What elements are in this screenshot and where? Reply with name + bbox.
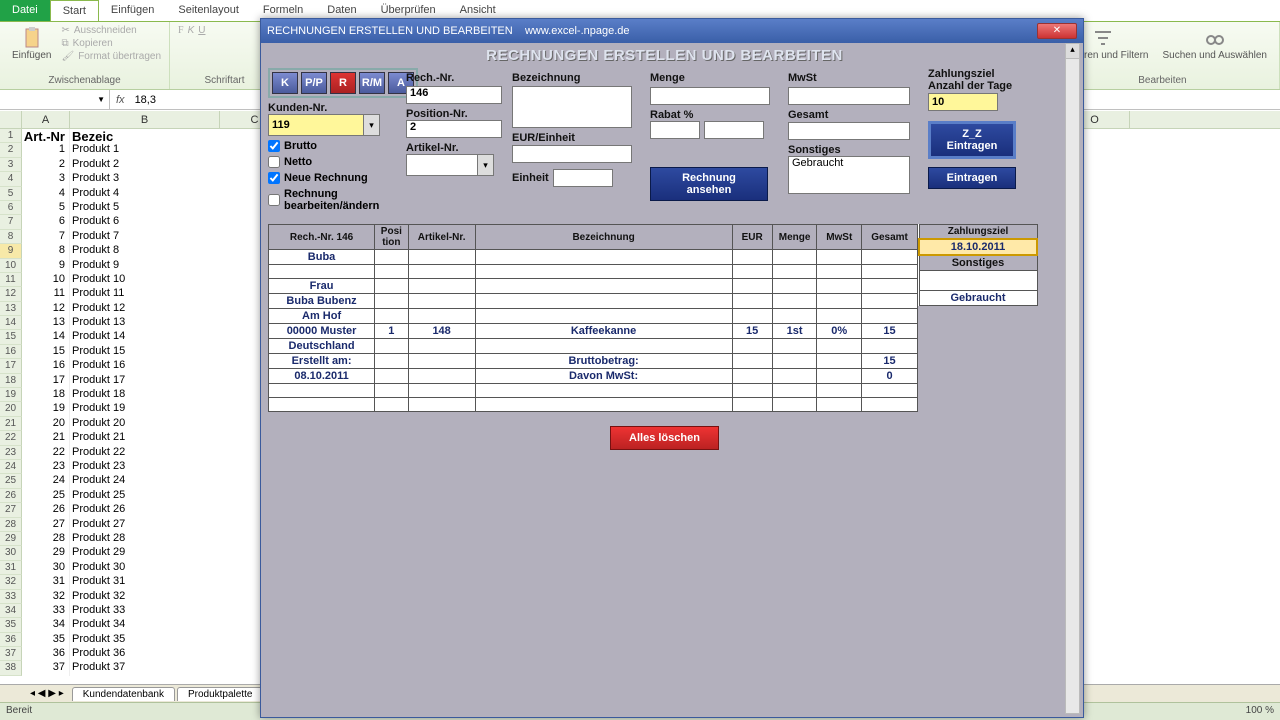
dialog-titlebar[interactable]: RECHNUNGEN ERSTELLEN UND BEARBEITEN www.… (261, 19, 1083, 43)
paste-button[interactable]: Einfügen (8, 24, 55, 63)
mwst-input[interactable] (788, 87, 910, 105)
table-row (269, 384, 918, 398)
kunden-nr-dropdown-arrow[interactable]: ▾ (364, 114, 380, 136)
dialog-rechnungen: RECHNUNGEN ERSTELLEN UND BEARBEITEN www.… (260, 18, 1084, 718)
bezeichnung-input[interactable] (512, 86, 632, 128)
table-row: 08.10.2011Davon MwSt:0 (269, 369, 918, 384)
rabat-result (704, 121, 764, 139)
label-artikel-nr: Artikel-Nr. (406, 142, 502, 154)
table-row: Erstellt am:Bruttobetrag:15 (269, 354, 918, 369)
table-row (269, 265, 918, 279)
nav-r[interactable]: R (330, 72, 356, 94)
sort-filter-icon (1091, 26, 1115, 50)
sonstiges-value: Gebraucht (788, 156, 910, 194)
label-eur-einheit: EUR/Einheit (512, 132, 640, 144)
rechnung-bearbeiten-checkbox[interactable] (268, 194, 280, 206)
formula-value[interactable]: 18,3 (131, 94, 160, 106)
rabat-input[interactable] (650, 121, 700, 139)
clipboard-icon (20, 26, 44, 50)
tab-file[interactable]: Datei (0, 0, 50, 21)
table-row: Frau (269, 279, 918, 294)
eur-einheit-input[interactable] (512, 145, 632, 163)
cut-button[interactable]: ✂Ausschneiden (61, 24, 161, 37)
label-sonstiges: Sonstiges (788, 144, 918, 156)
zoom-level[interactable]: 100 % (1246, 705, 1274, 718)
table-row: Buba (269, 250, 918, 265)
table-row: 00000 Muster1148Kaffeekanne151st0%15 (269, 324, 918, 339)
name-box[interactable]: ▼ (0, 90, 110, 109)
sheet-tab-produktpalette[interactable]: Produktpalette (177, 687, 264, 701)
copy-button[interactable]: ⧉Kopieren (61, 37, 161, 50)
label-zahlungsziel: Zahlungsziel Anzahl der Tage (928, 68, 1024, 92)
alles-loeschen-button[interactable]: Alles löschen (610, 426, 719, 450)
rechnung-ansehen-button[interactable]: Rechnung ansehen (650, 167, 768, 201)
label-rech-nr: Rech.-Nr. (406, 72, 454, 84)
label-bezeichnung: Bezeichnung (512, 72, 580, 84)
nav-k[interactable]: K (272, 72, 298, 94)
neue-rechnung-checkbox[interactable] (268, 172, 280, 184)
artikel-nr-dropdown-arrow[interactable]: ▾ (478, 154, 494, 176)
status-text: Bereit (6, 705, 32, 718)
label-position-nr: Position-Nr. (406, 108, 502, 120)
binoculars-icon (1203, 26, 1227, 50)
format-painter-button[interactable]: 🖌Format übertragen (61, 50, 161, 63)
gesamt-input (788, 122, 910, 140)
label-menge: Menge (650, 72, 685, 84)
clipboard-group-label: Zwischenablage (8, 74, 161, 87)
dialog-banner: RECHNUNGEN ERSTELLEN UND BEARBEITEN (268, 47, 1061, 68)
fx-icon[interactable]: fx (110, 94, 131, 106)
tab-insert[interactable]: Einfügen (99, 0, 166, 21)
nav-buttons: K P/P R R/M A (268, 68, 418, 98)
label-einheit: Einheit (512, 172, 549, 184)
table-row: Deutschland (269, 339, 918, 354)
table-row: Buba Bubenz (269, 294, 918, 309)
artikel-nr-input[interactable] (406, 154, 478, 176)
nav-rm[interactable]: R/M (359, 72, 385, 94)
dialog-scrollbar[interactable]: ▴ (1065, 43, 1080, 714)
sheet-tab-kundendatenbank[interactable]: Kundendatenbank (72, 687, 175, 701)
brutto-checkbox[interactable] (268, 140, 280, 152)
einheit-input[interactable] (553, 169, 613, 187)
zz-eintragen-button[interactable]: Z_Z Eintragen (928, 121, 1016, 159)
tab-start[interactable]: Start (50, 0, 99, 21)
label-mwst: MwSt (788, 72, 817, 84)
label-gesamt: Gesamt (788, 109, 918, 121)
tab-layout[interactable]: Seitenlayout (166, 0, 251, 21)
position-nr-value: 2 (406, 120, 502, 138)
edit-group-label: Bearbeiten (1054, 74, 1271, 87)
rech-nr-value: 146 (406, 86, 502, 104)
label-rabat: Rabat % (650, 109, 778, 121)
find-select-button[interactable]: Suchen und Auswählen (1158, 24, 1271, 63)
nav-pp[interactable]: P/P (301, 72, 327, 94)
zahlungsziel-input[interactable] (928, 93, 998, 111)
label-kunden-nr: Kunden-Nr. (268, 102, 396, 114)
table-row (269, 398, 918, 412)
kunden-nr-input[interactable] (268, 114, 364, 136)
close-button[interactable]: ✕ (1037, 23, 1077, 39)
netto-checkbox[interactable] (268, 156, 280, 168)
font-group-label: Schriftart (178, 74, 271, 87)
table-row: Am Hof (269, 309, 918, 324)
invoice-table: Rech.-Nr. 146 Posi tion Artikel-Nr. Beze… (268, 224, 918, 412)
menge-input[interactable] (650, 87, 770, 105)
zahlungsziel-date: 18.10.2011 (919, 239, 1037, 255)
eintragen-button[interactable]: Eintragen (928, 167, 1016, 189)
